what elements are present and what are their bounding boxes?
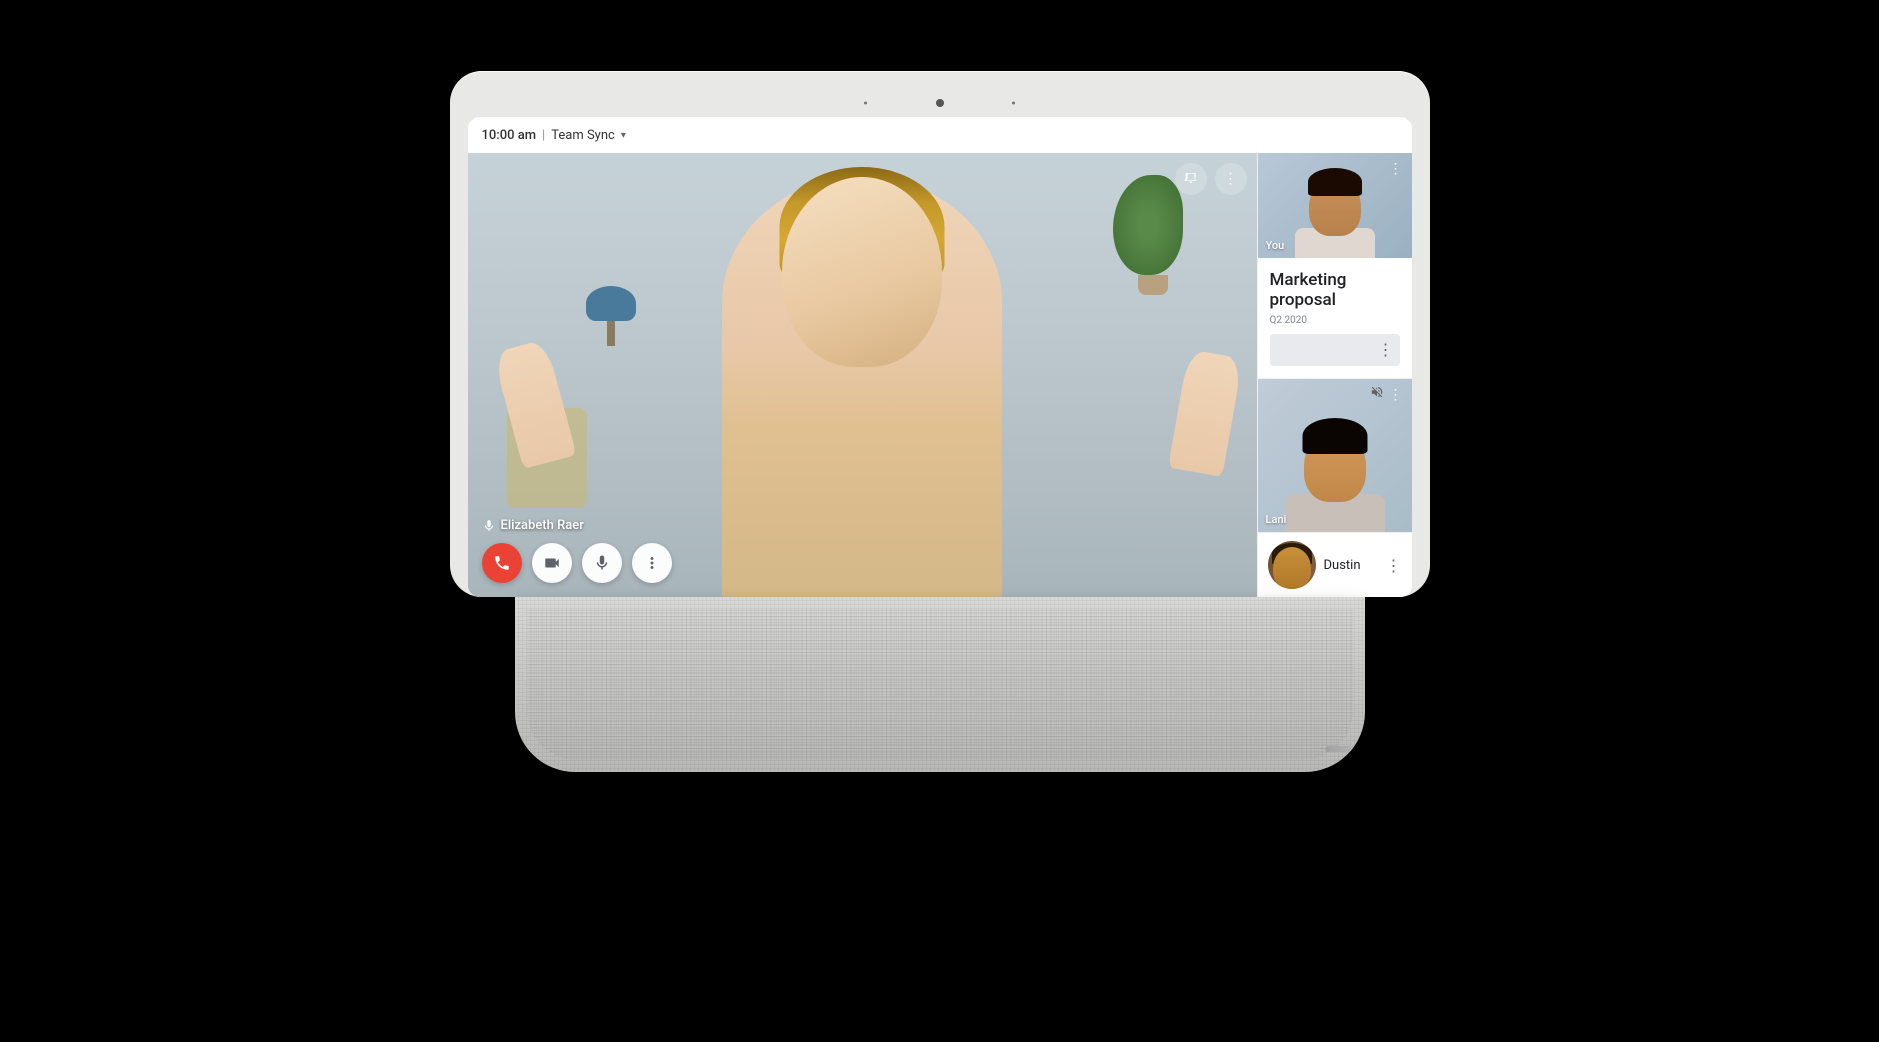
pin-button[interactable]	[1175, 163, 1207, 195]
plant-leaves	[1113, 175, 1183, 275]
camera-button[interactable]	[532, 543, 572, 583]
camera-indicator-right	[1012, 102, 1015, 105]
meeting-time: 10:00 am	[482, 128, 537, 143]
person-body	[722, 177, 1002, 597]
screen: 10:00 am | Team Sync ▾	[468, 117, 1412, 597]
lani-tile: Lani ⋮	[1258, 379, 1412, 532]
device-wrapper: 10:00 am | Team Sync ▾	[390, 71, 1490, 971]
proposal-subtitle: Q2 2020	[1270, 315, 1400, 326]
lamp-base	[607, 321, 615, 346]
end-call-button[interactable]	[482, 543, 522, 583]
meeting-name[interactable]: Team Sync	[551, 128, 615, 143]
person-head	[782, 177, 942, 367]
lani-tile-more-button[interactable]: ⋮	[1386, 385, 1406, 405]
room-lamp	[586, 286, 636, 346]
proposal-card: Marketing proposal Q2 2020 ⋮	[1258, 258, 1412, 379]
screen-topbar: 10:00 am | Team Sync ▾	[468, 117, 1412, 153]
you-tile-section: You ⋮	[1258, 153, 1412, 258]
you-tile: You ⋮	[1258, 153, 1412, 258]
camera-dot	[936, 99, 944, 107]
power-cord	[1325, 746, 1365, 752]
proposal-bar: ⋮	[1270, 334, 1400, 366]
lamp-shade	[586, 286, 636, 321]
main-video-more-button[interactable]: ⋮	[1215, 163, 1247, 195]
dustin-name: Dustin	[1324, 558, 1386, 573]
more-options-button[interactable]	[632, 543, 672, 583]
dustin-face	[1273, 547, 1311, 589]
sidebar: You ⋮ Marketing proposal Q2 2020 ⋮	[1257, 153, 1412, 597]
more-dots-icon: ⋮	[1224, 171, 1238, 187]
speaker-fabric-inner	[527, 609, 1353, 760]
lani-tile-label: Lani	[1266, 513, 1287, 526]
camera-indicator-left	[864, 102, 867, 105]
lani-hair	[1302, 418, 1367, 454]
proposal-title: Marketing proposal	[1270, 270, 1400, 311]
microphone-button[interactable]	[582, 543, 622, 583]
you-person	[1285, 168, 1385, 258]
you-face	[1309, 178, 1361, 236]
lani-face	[1304, 430, 1366, 502]
lani-section: Lani ⋮ Dustin ⋮	[1258, 379, 1412, 597]
speaker-base	[515, 597, 1365, 772]
main-video: ⋮ Elizabeth Raer	[468, 153, 1257, 597]
lani-person	[1270, 412, 1400, 532]
dustin-avatar	[1268, 541, 1316, 589]
you-hair	[1308, 168, 1362, 196]
lani-mute-icon	[1370, 385, 1384, 403]
dustin-row: Dustin ⋮	[1258, 532, 1412, 597]
dustin-more-button[interactable]: ⋮	[1386, 556, 1402, 575]
video-overlay-controls: ⋮	[1175, 163, 1247, 195]
video-controls	[468, 543, 1257, 583]
camera-bar	[468, 89, 1412, 117]
proposal-more-button[interactable]: ⋮	[1378, 340, 1394, 359]
speaker-label: Elizabeth Raer	[482, 518, 584, 533]
device-shell: 10:00 am | Team Sync ▾	[450, 71, 1430, 597]
topbar-separator: |	[542, 128, 545, 143]
meeting-dropdown-arrow[interactable]: ▾	[621, 130, 626, 141]
you-tile-more-button[interactable]: ⋮	[1386, 159, 1406, 179]
screen-content: ⋮ Elizabeth Raer	[468, 153, 1412, 597]
plant-pot	[1138, 275, 1168, 295]
speaker-name: Elizabeth Raer	[501, 518, 584, 533]
you-tile-label: You	[1266, 239, 1285, 252]
